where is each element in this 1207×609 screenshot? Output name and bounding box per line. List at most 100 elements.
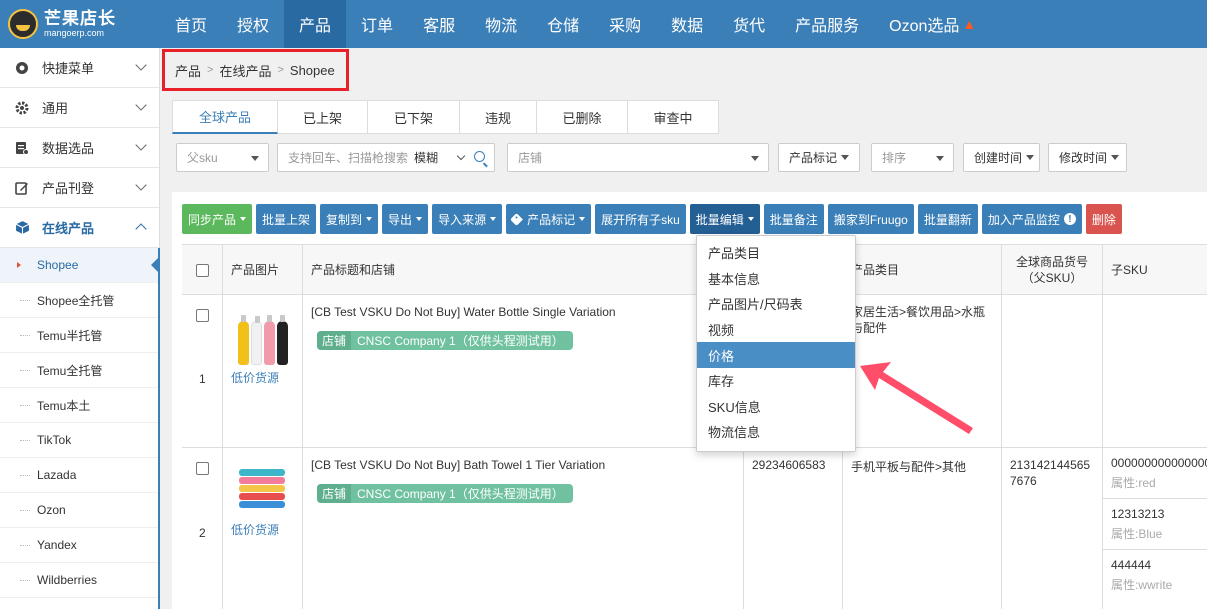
product-mark-filter-button[interactable]: 产品标记 — [778, 143, 860, 172]
nav-auth[interactable]: 授权 — [222, 0, 284, 48]
row-checkbox[interactable] — [196, 309, 209, 322]
logo[interactable]: 芒果店长 mangoerp.com — [0, 0, 160, 48]
shop-select[interactable]: 店铺 — [507, 143, 769, 172]
low-price-source-link[interactable]: 低价货源 — [231, 521, 279, 538]
batch-note-button[interactable]: 批量备注 — [763, 204, 824, 234]
tab-delisted[interactable]: 已下架 — [368, 100, 460, 134]
dropdown-item-price[interactable]: 价格 — [697, 342, 855, 368]
breadcrumb-product[interactable]: 产品 — [175, 61, 201, 80]
action-toolbar: 同步产品 批量上架 复制到 导出 导入来源 产品标记 展开所有子sku 批量编辑… — [182, 204, 1126, 234]
shop-tag: 店铺 CNSC Company 1（仅供头程测试用） — [317, 331, 573, 350]
nav-forwarder[interactable]: 货代 — [718, 0, 780, 48]
product-title[interactable]: [CB Test VSKU Do Not Buy] Water Bottle S… — [311, 305, 616, 319]
caret-down-icon — [416, 217, 423, 221]
sync-products-button[interactable]: 同步产品 — [182, 204, 253, 234]
global-sku-cell — [1001, 295, 1102, 447]
row-index: 2 — [199, 526, 206, 540]
category-text: 家居生活>餐饮用品>水瓶与配件 — [851, 305, 986, 335]
tab-global-products[interactable]: 全球产品 — [172, 100, 278, 134]
caret-down-icon — [1026, 155, 1035, 160]
sort-select[interactable]: 排序 — [871, 143, 954, 172]
sidebar-group-listing[interactable]: 产品刊登 — [0, 168, 159, 208]
nav-product-service[interactable]: 产品服务 — [780, 0, 874, 48]
sidebar-item-shopee[interactable]: Shopee — [0, 248, 160, 283]
sidebar-item-ozon[interactable]: Ozon — [0, 493, 159, 528]
nav-data[interactable]: 数据 — [656, 0, 718, 48]
nav-service[interactable]: 客服 — [408, 0, 470, 48]
tab-under-review[interactable]: 审查中 — [628, 100, 719, 134]
sidebar-group-online-products[interactable]: 在线产品 — [0, 208, 159, 248]
product-image[interactable] — [239, 462, 285, 508]
sidebar-item-wildberries[interactable]: Wildberries — [0, 563, 159, 598]
dropdown-item-images-size-chart[interactable]: 产品图片/尺码表 — [697, 291, 855, 317]
nav-warehouse[interactable]: 仓储 — [532, 0, 594, 48]
dropdown-item-video[interactable]: 视频 — [697, 317, 855, 343]
breadcrumb-online-products[interactable]: 在线产品 — [219, 61, 271, 80]
search-icon[interactable] — [474, 151, 485, 162]
nav-order[interactable]: 订单 — [346, 0, 408, 48]
nav-home[interactable]: 首页 — [160, 0, 222, 48]
sidebar-item-temu-semi[interactable]: Temu半托管 — [0, 318, 159, 353]
breadcrumb-shopee: Shopee — [289, 62, 335, 78]
edit-icon — [14, 180, 30, 196]
batch-edit-button[interactable]: 批量编辑 — [689, 204, 760, 234]
tab-deleted[interactable]: 已删除 — [537, 100, 628, 134]
product-title[interactable]: [CB Test VSKU Do Not Buy] Bath Towel 1 T… — [311, 458, 605, 472]
search-input[interactable]: 支持回车、扫描枪搜索 模糊 — [277, 143, 495, 172]
tab-listed[interactable]: 已上架 — [278, 100, 368, 134]
sidebar-item-lazada[interactable]: Lazada — [0, 458, 159, 493]
status-tabs: 全球产品 已上架 已下架 违规 已删除 审查中 — [172, 100, 719, 134]
dropdown-item-logistics-info[interactable]: 物流信息 — [697, 419, 855, 445]
row-index: 1 — [199, 372, 206, 386]
chevron-down-icon — [135, 139, 147, 151]
sidebar-item-temu-local[interactable]: Temu本土 — [0, 388, 159, 423]
export-button[interactable]: 导出 — [382, 204, 429, 234]
batch-list-button[interactable]: 批量上架 — [256, 204, 317, 234]
copy-to-button[interactable]: 复制到 — [320, 204, 379, 234]
tab-violation[interactable]: 违规 — [460, 100, 537, 134]
modify-time-button[interactable]: 修改时间 — [1048, 143, 1127, 172]
dropdown-item-basic-info[interactable]: 基本信息 — [697, 266, 855, 292]
add-monitor-button[interactable]: 加入产品监控! — [981, 204, 1082, 234]
nav-purchase[interactable]: 采购 — [594, 0, 656, 48]
dropdown-item-category[interactable]: 产品类目 — [697, 240, 855, 266]
chevron-down-icon — [135, 59, 147, 71]
chevron-right-icon: > — [277, 64, 284, 76]
move-to-fruugo-button[interactable]: 搬家到Fruugo — [827, 204, 914, 234]
sidebar-group-general[interactable]: 通用 — [0, 88, 159, 128]
top-navbar: 芒果店长 mangoerp.com 首页 授权 产品 订单 客服 物流 仓储 采… — [0, 0, 1207, 48]
product-image[interactable] — [231, 303, 295, 365]
chevron-down-icon — [456, 151, 466, 161]
dropdown-item-stock[interactable]: 库存 — [697, 368, 855, 394]
nav-logistics[interactable]: 物流 — [470, 0, 532, 48]
main-nav: 首页 授权 产品 订单 客服 物流 仓储 采购 数据 货代 产品服务 Ozon选… — [160, 0, 991, 48]
global-sku: 2131421445657676 — [1010, 458, 1091, 488]
sidebar-item-yandex[interactable]: Yandex — [0, 528, 159, 563]
gear-icon — [14, 100, 30, 116]
table-row: 1 低价货源 [CB Test VSKU Do Not Buy] Water B… — [182, 295, 1207, 448]
breadcrumb: 产品 > 在线产品 > Shopee — [162, 49, 349, 91]
import-source-button[interactable]: 导入来源 — [432, 204, 503, 234]
row-checkbox[interactable] — [196, 462, 209, 475]
search-mode[interactable]: 模糊 — [414, 149, 438, 166]
nav-ozon-selection[interactable]: Ozon选品 ▲ — [874, 0, 991, 48]
batch-renew-button[interactable]: 批量翻新 — [917, 204, 978, 234]
product-mark-button[interactable]: 产品标记 — [506, 204, 592, 234]
expand-all-sku-button[interactable]: 展开所有子sku — [595, 204, 686, 234]
chevron-down-icon — [135, 179, 147, 191]
create-time-button[interactable]: 创建时间 — [963, 143, 1040, 172]
sidebar-item-temu-full[interactable]: Temu全托管 — [0, 353, 159, 388]
select-all-checkbox[interactable] — [196, 263, 209, 277]
sidebar-item-tiktok[interactable]: TikTok — [0, 423, 159, 458]
delete-button[interactable]: 删除 — [1085, 204, 1122, 234]
sidebar-group-shortcut[interactable]: 快捷菜单 — [0, 48, 159, 88]
dropdown-item-sku-info[interactable]: SKU信息 — [697, 394, 855, 420]
nav-product[interactable]: 产品 — [284, 0, 347, 48]
sub-sku-item: 000000000000000 属性:red — [1103, 448, 1207, 499]
mango-logo-icon — [8, 9, 38, 39]
sku-type-select[interactable]: 父sku — [176, 143, 269, 172]
sidebar-group-data-selection[interactable]: 数据选品 — [0, 128, 159, 168]
sidebar-item-shopee-full[interactable]: Shopee全托管 — [0, 283, 159, 318]
caret-down-icon — [579, 217, 586, 221]
low-price-source-link[interactable]: 低价货源 — [231, 369, 279, 386]
